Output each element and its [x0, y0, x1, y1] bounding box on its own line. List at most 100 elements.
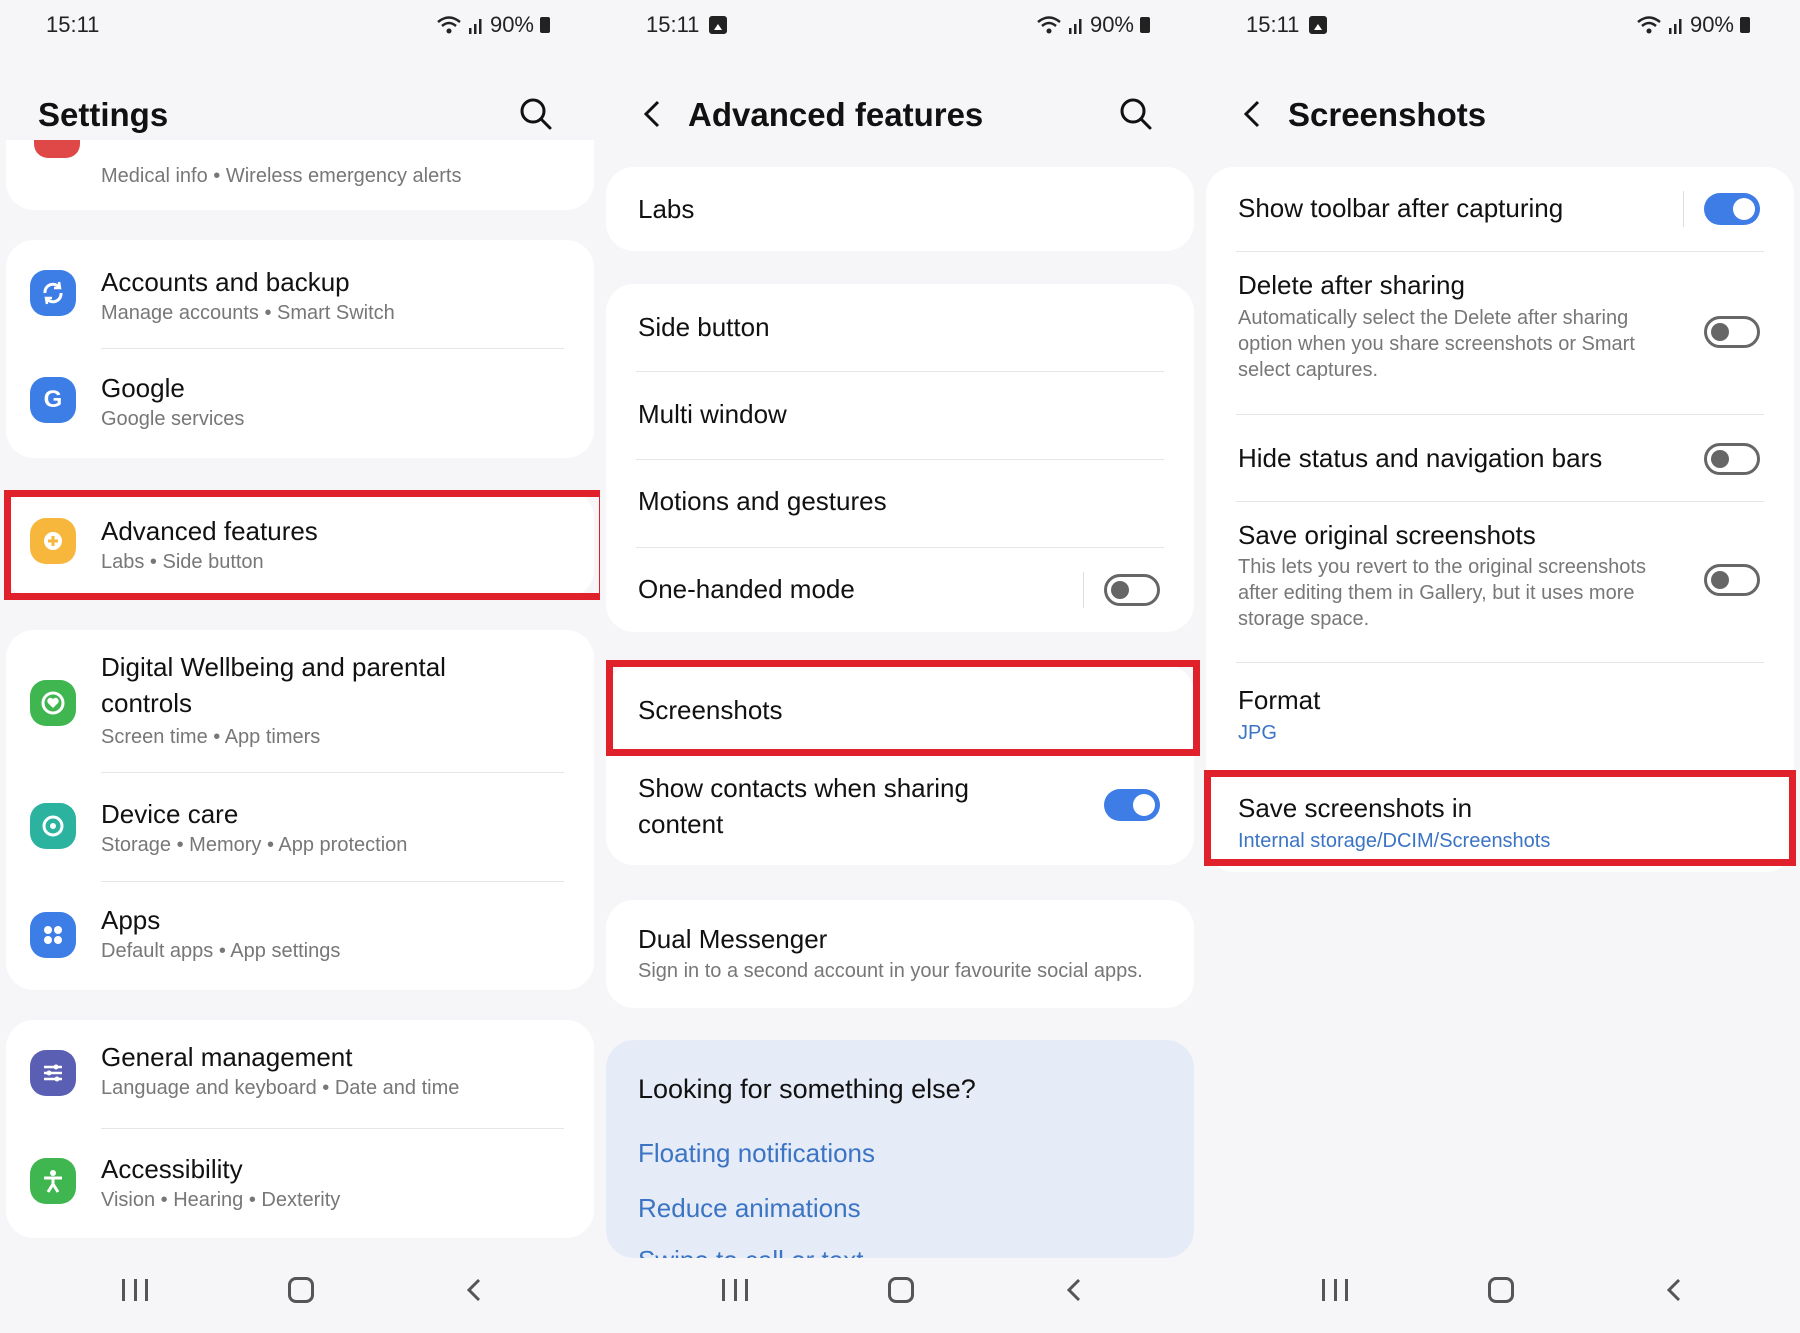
- battery-icon: [1140, 17, 1150, 33]
- item-title: Show toolbar after capturing: [1238, 193, 1564, 223]
- heart-icon: [30, 680, 76, 726]
- wifi-icon: [1037, 16, 1061, 34]
- list-item-accessibility[interactable]: Accessibility Vision • Hearing • Dexteri…: [6, 1129, 594, 1237]
- list-item-multi-window[interactable]: Multi window: [606, 372, 1194, 459]
- item-subtitle: Language and keyboard • Date and time: [101, 1077, 460, 1099]
- item-subtitle: Google services: [101, 408, 245, 430]
- navigation-bar: [0, 1243, 600, 1333]
- signal-icon: [468, 19, 482, 34]
- emergency-icon: [34, 140, 80, 158]
- home-button[interactable]: [288, 1277, 314, 1303]
- item-title: Side button: [638, 312, 770, 342]
- signal-icon: [1068, 19, 1082, 34]
- recent-apps-button[interactable]: [722, 1279, 748, 1301]
- list-item-delete-after-sharing[interactable]: Delete after sharing Automatically selec…: [1206, 252, 1794, 414]
- safety-card[interactable]: Medical info • Wireless emergency alerts: [6, 140, 594, 210]
- controls-card: Side button Multi window Motions and ges…: [606, 284, 1194, 632]
- google-icon: G: [30, 377, 76, 423]
- battery-icon: [1740, 17, 1750, 33]
- page-title: Settings: [38, 96, 169, 133]
- back-arrow-icon[interactable]: [636, 94, 672, 134]
- list-item-digital-wellbeing[interactable]: Digital Wellbeing and parental controls …: [6, 630, 594, 772]
- show-contacts-toggle[interactable]: [1104, 789, 1160, 821]
- list-item-save-original[interactable]: Save original screenshots This lets you …: [1206, 502, 1794, 662]
- list-item-labs[interactable]: Labs: [606, 167, 1194, 251]
- page-title: Screenshots: [1288, 96, 1487, 133]
- refresh-icon: [30, 803, 76, 849]
- item-subtitle: Manage accounts • Smart Switch: [101, 302, 395, 324]
- labs-card: Labs: [606, 167, 1194, 251]
- one-handed-toggle[interactable]: [1104, 574, 1160, 606]
- item-subtitle: option when you share screenshots or Sma…: [1238, 333, 1635, 355]
- item-subtitle: This lets you revert to the original scr…: [1238, 556, 1646, 578]
- item-subtitle: Automatically select the Delete after sh…: [1238, 307, 1629, 329]
- dual-messenger-card: Dual Messenger Sign in to a second accou…: [606, 900, 1194, 1008]
- hide-bars-toggle[interactable]: [1704, 443, 1760, 475]
- advanced-features-screen: 15:11 90% Advanced features Labs Side bu…: [600, 0, 1200, 1333]
- search-icon[interactable]: [1116, 94, 1156, 134]
- link-floating-notifications[interactable]: Floating notifications: [638, 1138, 875, 1169]
- navigation-bar: [600, 1243, 1200, 1333]
- signal-icon: [1668, 19, 1682, 34]
- list-item-show-contacts[interactable]: Show contacts when sharing content: [606, 755, 1194, 865]
- list-item-google[interactable]: G Google Google services: [6, 349, 594, 457]
- list-item-side-button[interactable]: Side button: [606, 284, 1194, 371]
- item-title: Google: [101, 373, 185, 403]
- item-title: Multi window: [638, 399, 787, 429]
- list-item-show-toolbar[interactable]: Show toolbar after capturing: [1206, 167, 1794, 251]
- list-item-format[interactable]: Format JPG: [1206, 663, 1794, 769]
- home-button[interactable]: [888, 1277, 914, 1303]
- item-subtitle: Storage • Memory • App protection: [101, 834, 408, 856]
- list-item-general-management[interactable]: General management Language and keyboard…: [6, 1020, 594, 1128]
- item-title-line2: content: [638, 809, 724, 839]
- status-bar: 15:11 90%: [0, 8, 600, 40]
- item-title: Dual Messenger: [638, 924, 828, 954]
- item-title: Apps: [101, 905, 161, 935]
- format-value: JPG: [1238, 722, 1277, 744]
- item-title: Motions and gestures: [638, 486, 887, 516]
- list-item-apps[interactable]: Apps Default apps • App settings: [6, 882, 594, 990]
- list-item-one-handed[interactable]: One-handed mode: [606, 548, 1194, 632]
- item-title: One-handed mode: [638, 574, 855, 604]
- divider: [1083, 572, 1084, 608]
- save-original-toggle[interactable]: [1704, 564, 1760, 596]
- list-item-motions[interactable]: Motions and gestures: [606, 460, 1194, 547]
- back-nav-button[interactable]: [462, 1277, 488, 1303]
- status-time: 15:11: [46, 12, 100, 37]
- item-title: Device care: [101, 799, 239, 829]
- home-button[interactable]: [1488, 1277, 1514, 1303]
- delete-after-sharing-toggle[interactable]: [1704, 316, 1760, 348]
- status-time: 15:11: [646, 12, 700, 37]
- item-title: Hide status and navigation bars: [1238, 443, 1603, 473]
- wifi-icon: [1637, 16, 1661, 34]
- list-item-dual-messenger[interactable]: Dual Messenger Sign in to a second accou…: [606, 900, 1194, 1008]
- sync-icon: [30, 270, 76, 316]
- accounts-card: Accounts and backup Manage accounts • Sm…: [6, 240, 594, 458]
- status-bar: 15:11 90%: [1200, 8, 1800, 40]
- suggestions-card: Looking for something else? Floating not…: [606, 1040, 1194, 1258]
- item-title: Format: [1238, 685, 1321, 715]
- highlight-box: [4, 490, 600, 600]
- sliders-icon: [30, 1050, 76, 1096]
- show-toolbar-toggle[interactable]: [1704, 193, 1760, 225]
- item-subtitle: storage space.: [1238, 608, 1370, 630]
- gallery-notification-icon: [1309, 16, 1328, 34]
- list-item-device-care[interactable]: Device care Storage • Memory • App prote…: [6, 773, 594, 881]
- screenshots-screen: 15:11 90% Screenshots Show toolbar after…: [1200, 0, 1800, 1333]
- item-title: General management: [101, 1042, 353, 1072]
- wifi-icon: [437, 16, 461, 34]
- highlight-box: [606, 660, 1200, 756]
- recent-apps-button[interactable]: [1322, 1279, 1348, 1301]
- back-arrow-icon[interactable]: [1236, 94, 1272, 134]
- link-reduce-animations[interactable]: Reduce animations: [638, 1193, 861, 1224]
- recent-apps-button[interactable]: [122, 1279, 148, 1301]
- item-title: Save original screenshots: [1238, 520, 1536, 550]
- list-item-accounts-backup[interactable]: Accounts and backup Manage accounts • Sm…: [6, 240, 594, 348]
- list-item-hide-bars[interactable]: Hide status and navigation bars: [1206, 415, 1794, 501]
- gallery-notification-icon: [709, 16, 728, 34]
- search-icon[interactable]: [516, 94, 556, 134]
- wellbeing-card: Digital Wellbeing and parental controls …: [6, 630, 594, 990]
- item-title: Delete after sharing: [1238, 270, 1465, 300]
- back-nav-button[interactable]: [1062, 1277, 1088, 1303]
- back-nav-button[interactable]: [1662, 1277, 1688, 1303]
